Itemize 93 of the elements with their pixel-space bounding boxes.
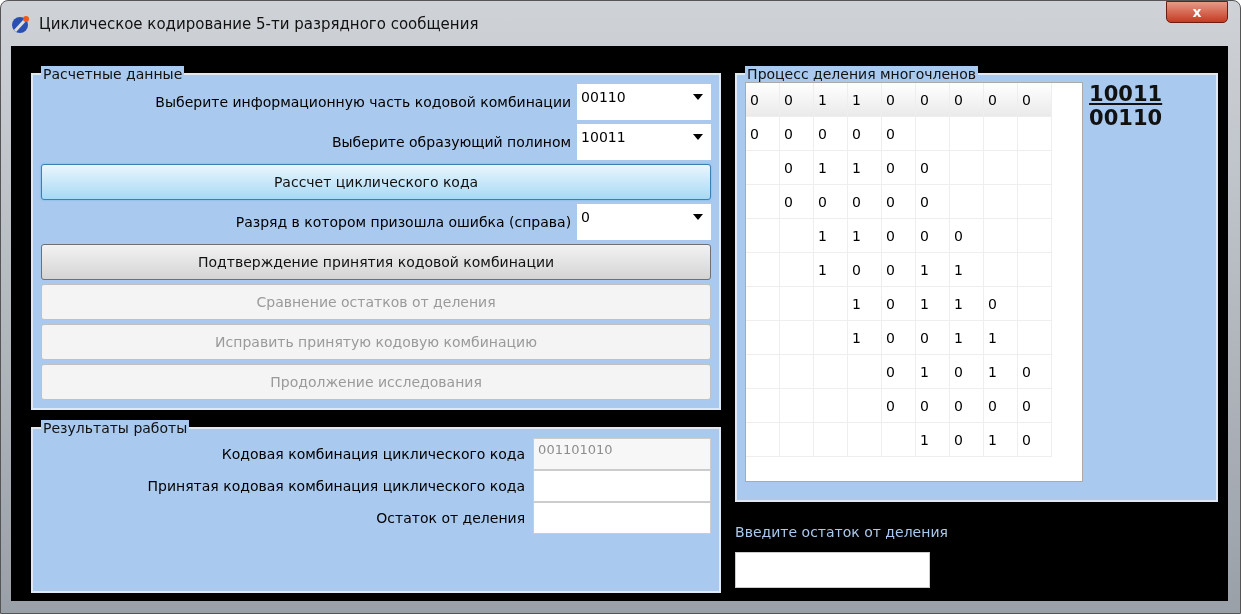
grid-cell: 0 [916, 219, 951, 253]
remainder-field[interactable] [735, 552, 931, 588]
window-title: Циклическое кодирование 5-ти разрядного сообщения [39, 14, 479, 33]
grid-cell: 0 [950, 83, 985, 117]
grid-cell: 0 [882, 321, 917, 355]
dropdown[interactable]: 0 [577, 204, 712, 240]
grid-cell: 0 [780, 151, 815, 185]
grid-cell: 0 [882, 355, 917, 389]
grid-cell: 0 [1018, 355, 1053, 389]
grid-cell: 1 [984, 423, 1019, 457]
grid-cell: 1 [848, 321, 883, 355]
input-field[interactable] [533, 502, 712, 534]
divisor-text: 10011 [1089, 82, 1163, 106]
grid-cell: 0 [780, 83, 815, 117]
grid-cell: 1 [916, 253, 951, 287]
grid-cell: 1 [984, 355, 1019, 389]
grid-cell [746, 355, 781, 389]
grid-cell [746, 253, 781, 287]
grid-cell: 0 [882, 389, 917, 423]
grid-cell: 1 [950, 321, 985, 355]
grid-cell: 1 [814, 253, 849, 287]
dropdown[interactable]: 00110 [577, 84, 712, 120]
grid-cell: 0 [916, 151, 951, 185]
grid-cell: 1 [950, 287, 985, 321]
grid-cell: 0 [848, 117, 883, 151]
grid-cell: 0 [882, 253, 917, 287]
close-button[interactable]: x [1166, 1, 1228, 23]
grid-cell: 0 [746, 83, 781, 117]
grid-cell: 0 [984, 287, 1019, 321]
input-field[interactable] [533, 470, 712, 502]
grid-cell: 1 [814, 219, 849, 253]
grid-cell: 0 [916, 389, 951, 423]
caret-icon [693, 134, 704, 140]
grid-cell [746, 287, 781, 321]
grid-cell: 1 [984, 321, 1019, 355]
app-icon [11, 13, 31, 34]
field-label: Остаток от деления [376, 510, 526, 526]
quotient-text: 00110 [1089, 106, 1163, 130]
dropdown[interactable]: 10011 [577, 124, 712, 160]
grid-cell [746, 151, 781, 185]
grid-cell: 0 [950, 423, 985, 457]
field-label: Кодовая комбинация циклического кода [221, 446, 526, 462]
grid-cell: 0 [882, 83, 917, 117]
grid-cell: 1 [814, 83, 849, 117]
grid-cell: 0 [882, 151, 917, 185]
grid-cell: 1 [848, 151, 883, 185]
remainder-label: Введите остаток от деления [735, 524, 949, 540]
grid-cell: 0 [746, 117, 781, 151]
grid-cell: 0 [882, 185, 917, 219]
panel-title: Процесс деления многочленов [745, 66, 979, 82]
grid-cell [746, 219, 781, 253]
grid-cell: 0 [984, 83, 1019, 117]
action-button[interactable]: Подтверждение принятия кодовой комбинации [41, 244, 712, 280]
grid-cell: 1 [950, 253, 985, 287]
grid-cell: 1 [916, 423, 951, 457]
field-label: Выберите информационную часть кодовой комбинации [155, 94, 572, 110]
grid-cell: 1 [848, 83, 883, 117]
grid-cell [746, 423, 781, 457]
grid-cell: 1 [848, 287, 883, 321]
field-label: Разряд в котором призошла ошибка (справа) [235, 214, 572, 230]
caret-icon [693, 214, 704, 220]
grid-cell: 0 [814, 117, 849, 151]
panel-title: Результаты работы [41, 420, 190, 436]
grid-cell: 0 [814, 185, 849, 219]
calculate-button[interactable]: Рассчет циклического кода [41, 164, 712, 200]
grid-cell: 0 [780, 117, 815, 151]
grid-cell: 1 [848, 219, 883, 253]
grid-cell: 0 [950, 219, 985, 253]
grid-cell: 0 [1018, 389, 1053, 423]
grid-cell: 0 [1018, 423, 1053, 457]
field-label: Принятая кодовая комбинация циклического кода [147, 478, 526, 494]
grid-cell: 0 [1018, 83, 1053, 117]
grid-cell [746, 389, 781, 423]
grid-cell: 0 [882, 117, 917, 151]
grid-cell: 1 [916, 355, 951, 389]
grid-cell: 0 [916, 83, 951, 117]
grid-cell: 0 [848, 253, 883, 287]
grid-cell: 0 [848, 185, 883, 219]
grid-cell: 1 [814, 151, 849, 185]
caret-icon [693, 94, 704, 100]
field-label: Выберите образующий полином [331, 134, 572, 150]
grid-cell: 0 [916, 321, 951, 355]
grid-cell: 0 [916, 185, 951, 219]
grid-cell: 0 [780, 185, 815, 219]
grid-cell: 1 [916, 287, 951, 321]
grid-cell: 0 [882, 219, 917, 253]
grid-cell: 0 [984, 389, 1019, 423]
grid-cell [746, 321, 781, 355]
grid-cell: 0 [950, 389, 985, 423]
grid-cell: 0 [882, 287, 917, 321]
grid-cell: 0 [950, 355, 985, 389]
grid-cell [746, 185, 781, 219]
panel-title: Расчетные данные [41, 66, 185, 82]
